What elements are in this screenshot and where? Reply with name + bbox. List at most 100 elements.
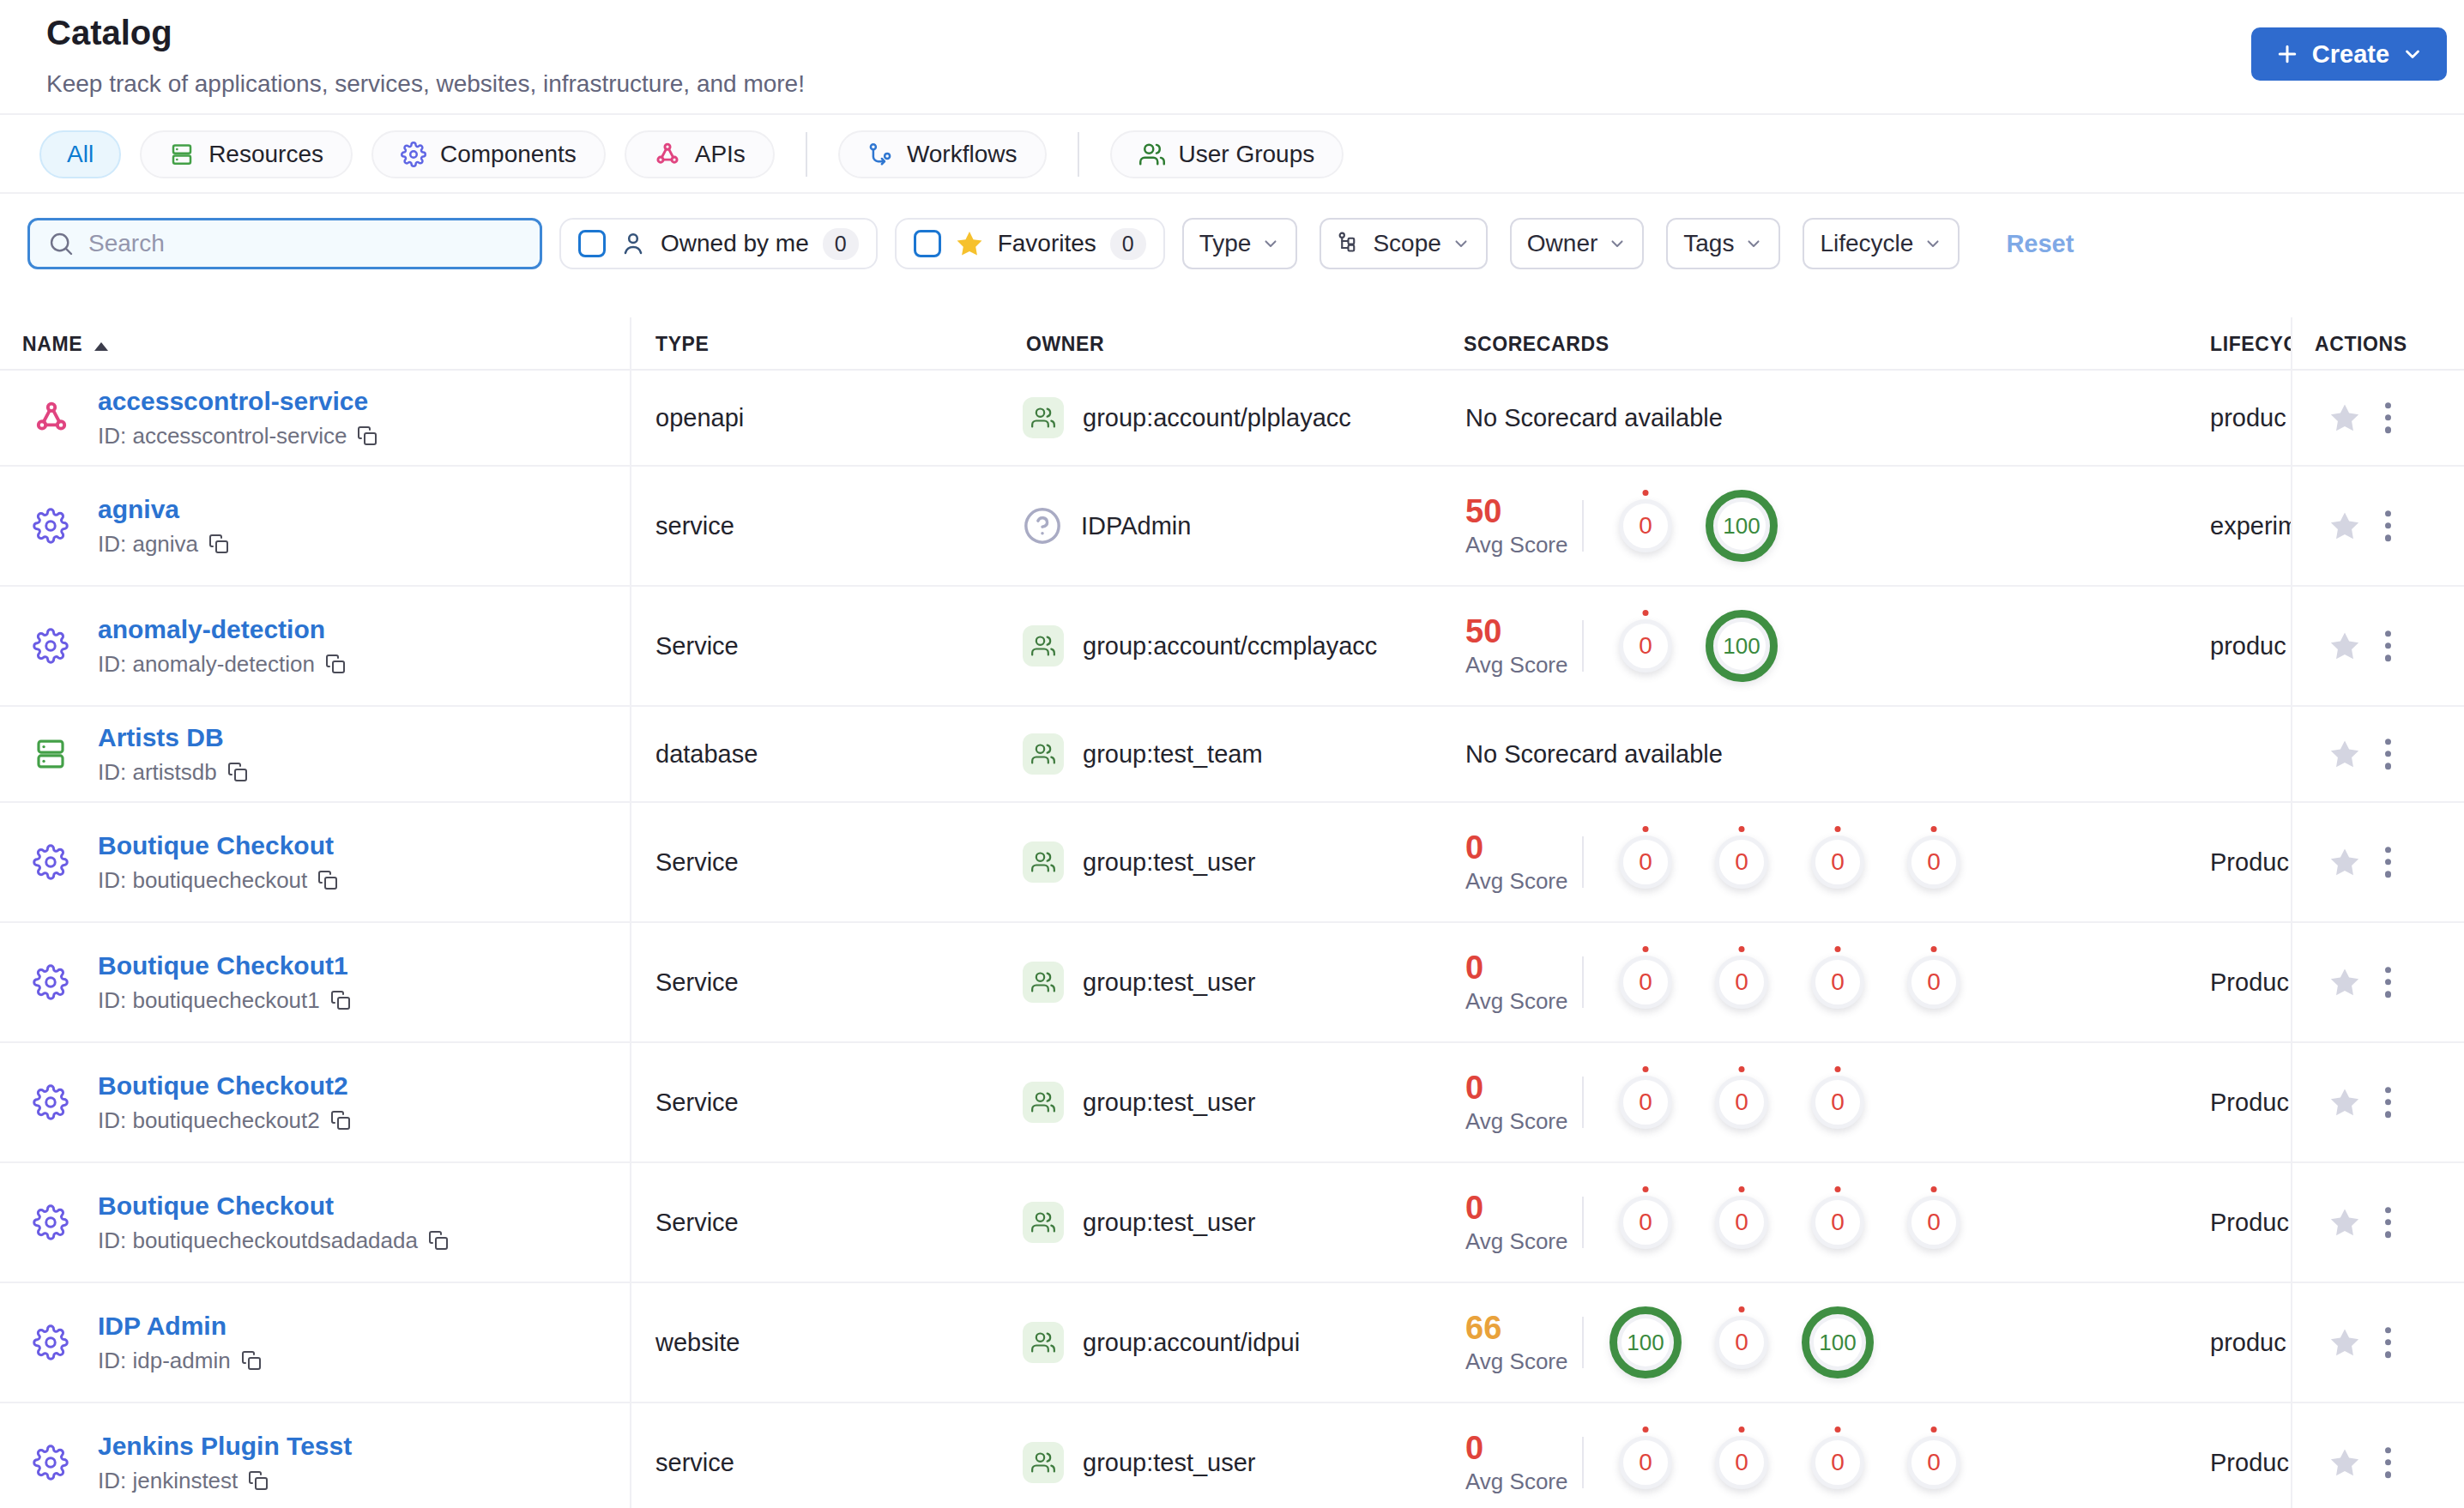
create-button[interactable]: Create	[2251, 27, 2447, 81]
favorite-star-button[interactable]	[2328, 510, 2361, 542]
favorite-star-button[interactable]	[2328, 1446, 2361, 1479]
scorecard-badge[interactable]: 0	[1715, 835, 1768, 889]
scorecard-badge[interactable]: 0	[1715, 1196, 1768, 1249]
scorecard-badge[interactable]: 0	[1619, 499, 1672, 552]
table-row[interactable]: Boutique CheckoutID: boutiquecheckoutdsa…	[0, 1163, 2464, 1283]
copy-icon[interactable]	[241, 1350, 262, 1371]
scorecard-badge[interactable]: 0	[1619, 1436, 1672, 1489]
scorecard-badge[interactable]: 0	[1811, 1196, 1864, 1249]
tab-user-groups[interactable]: User Groups	[1110, 130, 1344, 178]
table-row[interactable]: IDP AdminID: idp-adminwebsitegroup:accou…	[0, 1283, 2464, 1403]
scorecard-badge[interactable]: 0	[1715, 956, 1768, 1009]
copy-icon[interactable]	[428, 1230, 449, 1251]
favorite-star-button[interactable]	[2328, 1086, 2361, 1119]
table-row[interactable]: Boutique CheckoutID: boutiquecheckoutSer…	[0, 803, 2464, 923]
lifecycle-cell: Produc	[2210, 1163, 2291, 1282]
owner-dropdown[interactable]: Owner	[1510, 218, 1644, 269]
owned-by-me-checkbox[interactable]	[578, 230, 606, 257]
entity-name-link[interactable]: Boutique Checkout2	[98, 1071, 351, 1101]
table-row[interactable]: accesscontrol-serviceID: accesscontrol-s…	[0, 371, 2464, 467]
row-menu-kebab[interactable]	[2385, 510, 2391, 541]
row-menu-kebab[interactable]	[2385, 1207, 2391, 1238]
favorites-filter[interactable]: Favorites 0	[895, 218, 1165, 269]
page-title: Catalog	[46, 14, 172, 52]
table-row[interactable]: Artists DBID: artistsdbdatabasegroup:tes…	[0, 707, 2464, 803]
column-divider-name	[630, 317, 631, 1508]
scorecard-badge[interactable]: 0	[1907, 956, 1960, 1009]
entity-name-link[interactable]: Boutique Checkout	[98, 831, 338, 860]
scorecard-badge[interactable]: 0	[1715, 1436, 1768, 1489]
scorecard-badge[interactable]: 100	[1802, 1306, 1874, 1378]
type-dropdown[interactable]: Type	[1182, 218, 1298, 269]
copy-icon[interactable]	[227, 762, 248, 782]
entity-name-link[interactable]: accesscontrol-service	[98, 387, 377, 416]
row-menu-kebab[interactable]	[2385, 1087, 2391, 1118]
entity-name-link[interactable]: IDP Admin	[98, 1312, 262, 1341]
row-menu-kebab[interactable]	[2385, 630, 2391, 661]
copy-icon[interactable]	[330, 990, 351, 1010]
scorecard-badge[interactable]: 0	[1715, 1076, 1768, 1129]
favorites-checkbox[interactable]	[914, 230, 941, 257]
tab-resources[interactable]: Resources	[140, 130, 353, 178]
copy-icon[interactable]	[330, 1110, 351, 1131]
scorecard-badge[interactable]: 100	[1706, 490, 1778, 562]
search-input[interactable]: Search	[27, 218, 542, 269]
column-header-name[interactable]: NAME	[22, 333, 108, 356]
favorite-star-button[interactable]	[2328, 1206, 2361, 1239]
scorecard-badge[interactable]: 0	[1619, 619, 1672, 673]
entity-name-link[interactable]: Boutique Checkout	[98, 1191, 449, 1221]
scorecard-badge[interactable]: 0	[1811, 1436, 1864, 1489]
scorecard-badge[interactable]: 0	[1619, 956, 1672, 1009]
table-row[interactable]: Boutique Checkout2ID: boutiquecheckout2S…	[0, 1043, 2464, 1163]
scorecard-badge[interactable]: 0	[1619, 1076, 1672, 1129]
row-menu-kebab[interactable]	[2385, 1327, 2391, 1358]
lifecycle-dropdown[interactable]: Lifecycle	[1803, 218, 1960, 269]
favorite-star-button[interactable]	[2328, 738, 2361, 770]
favorite-star-button[interactable]	[2328, 401, 2361, 434]
scorecard-badge[interactable]: 0	[1907, 835, 1960, 889]
row-menu-kebab[interactable]	[2385, 739, 2391, 769]
owned-by-me-filter[interactable]: Owned by me 0	[559, 218, 878, 269]
entity-name-link[interactable]: agniva	[98, 495, 229, 524]
copy-icon[interactable]	[325, 654, 346, 674]
row-menu-kebab[interactable]	[2385, 847, 2391, 878]
table-row[interactable]: anomaly-detectionID: anomaly-detectionSe…	[0, 587, 2464, 707]
tab-apis[interactable]: APIs	[625, 130, 775, 178]
entity-name-link[interactable]: anomaly-detection	[98, 615, 346, 644]
avg-score-label: Avg Score	[1465, 652, 1567, 678]
row-menu-kebab[interactable]	[2385, 402, 2391, 433]
filter-bar: Search Owned by me 0 Favorites 0 Type Sco…	[27, 218, 2074, 269]
copy-icon[interactable]	[357, 425, 377, 446]
row-menu-kebab[interactable]	[2385, 1447, 2391, 1478]
scorecard-badge[interactable]: 0	[1811, 835, 1864, 889]
copy-icon[interactable]	[248, 1470, 269, 1491]
scorecard-badge[interactable]: 0	[1907, 1196, 1960, 1249]
favorite-star-button[interactable]	[2328, 630, 2361, 662]
scorecard-badge[interactable]: 0	[1907, 1436, 1960, 1489]
tab-all[interactable]: All	[39, 130, 121, 178]
reset-filters-link[interactable]: Reset	[2006, 230, 2074, 258]
tags-dropdown[interactable]: Tags	[1666, 218, 1780, 269]
copy-icon[interactable]	[208, 534, 229, 554]
scorecard-badge[interactable]: 100	[1609, 1306, 1682, 1378]
scorecard-badge[interactable]: 0	[1811, 956, 1864, 1009]
scope-dropdown[interactable]: Scope	[1320, 218, 1487, 269]
favorite-star-button[interactable]	[2328, 966, 2361, 998]
entity-name-link[interactable]: Artists DB	[98, 723, 248, 752]
scorecard-badge[interactable]: 0	[1619, 1196, 1672, 1249]
tab-components[interactable]: Components	[371, 130, 606, 178]
table-row[interactable]: agnivaID: agnivaserviceIDPAdmin50Avg Sco…	[0, 467, 2464, 587]
table-row[interactable]: Boutique Checkout1ID: boutiquecheckout1S…	[0, 923, 2464, 1043]
favorite-star-button[interactable]	[2328, 846, 2361, 878]
row-menu-kebab[interactable]	[2385, 967, 2391, 998]
scorecard-badge[interactable]: 0	[1715, 1316, 1768, 1369]
tab-workflows[interactable]: Workflows	[838, 130, 1047, 178]
scorecard-badge[interactable]: 0	[1619, 835, 1672, 889]
entity-name-link[interactable]: Jenkins Plugin Tesst	[98, 1432, 352, 1461]
scorecard-badge[interactable]: 100	[1706, 610, 1778, 682]
table-row[interactable]: Jenkins Plugin TesstID: jenkinstestservi…	[0, 1403, 2464, 1508]
scorecard-badge[interactable]: 0	[1811, 1076, 1864, 1129]
favorite-star-button[interactable]	[2328, 1326, 2361, 1359]
entity-name-link[interactable]: Boutique Checkout1	[98, 951, 351, 980]
copy-icon[interactable]	[317, 870, 338, 890]
